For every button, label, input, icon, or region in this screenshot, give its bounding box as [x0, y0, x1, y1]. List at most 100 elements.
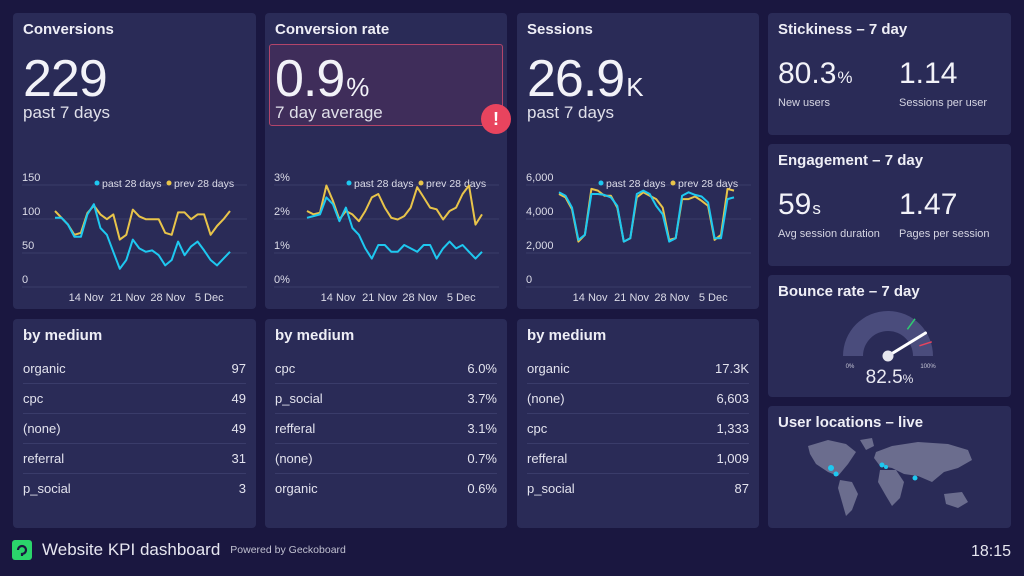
medium-label: refferal: [275, 421, 316, 436]
sessions-per-user-value: 1.14: [899, 57, 958, 90]
y-tick-label: 0: [526, 274, 532, 286]
exclamation-icon[interactable]: !: [481, 104, 511, 134]
conversion-rate-chart: 0% 1% 2% 3% 14 Nov 21 Nov 28 Nov 5 Dec past 28 d…: [274, 172, 499, 304]
value: 80.3: [778, 57, 837, 90]
legend-past: past 28 days: [354, 178, 414, 190]
powered-by: Powered by Geckoboard: [230, 544, 346, 556]
engagement-card: Engagement – 7 day 59s Avg session durat…: [768, 144, 1011, 266]
table-row: p_social 3.7%: [275, 384, 497, 414]
legend-prev: prev 28 days: [426, 178, 486, 190]
table-row: p_social 87: [527, 474, 749, 504]
new-users-label: New users: [778, 97, 830, 109]
table-row: cpc 6.0%: [275, 354, 497, 384]
y-tick-label: 50: [22, 240, 34, 252]
medium-value: 0.7%: [467, 451, 497, 466]
legend-past: past 28 days: [102, 178, 162, 190]
legend-past-marker: [94, 180, 100, 186]
medium-value: 49: [231, 391, 246, 406]
medium-value: 1,333: [716, 421, 749, 436]
medium-label: p_social: [275, 391, 323, 406]
x-tick-label: 28 Nov: [654, 292, 689, 304]
medium-label: (none): [527, 391, 565, 406]
medium-value: 6,603: [716, 391, 749, 406]
medium-value: 1,009: [716, 451, 749, 466]
card-title: by medium: [23, 327, 103, 344]
conversion-rate-card: Conversion rate 0.9% 7 day average ! 0% 1…: [265, 13, 511, 309]
x-tick-label: 14 Nov: [321, 292, 356, 304]
medium-label: organic: [23, 361, 66, 376]
sessions-value: 26.9K: [527, 49, 644, 109]
unit: %: [902, 372, 914, 386]
medium-value: 6.0%: [467, 361, 497, 376]
conversion-rate-by-medium-card: by medium cpc 6.0% p_social 3.7% refferal 3.1%…: [265, 319, 507, 528]
table-row: cpc 49: [23, 384, 246, 414]
x-tick-label: 5 Dec: [195, 292, 224, 304]
table-row: p_social 3: [23, 474, 246, 504]
card-title: Engagement – 7 day: [778, 152, 924, 169]
bounce-rate-card: Bounce rate – 7 day 0% 100% 82.5%: [768, 275, 1011, 397]
table-row: (none) 49: [23, 414, 246, 444]
card-title: by medium: [527, 327, 607, 344]
value: 59: [778, 188, 812, 221]
table-row: organic 0.6%: [275, 474, 497, 504]
bounce-rate-value: 82.5%: [768, 367, 1011, 389]
legend-prev-marker: [418, 180, 424, 186]
value: 0.9: [275, 50, 345, 108]
medium-value: 31: [231, 451, 246, 466]
avg-session-duration-value: 59s: [778, 188, 821, 222]
table-row: organic 17.3K: [527, 354, 749, 384]
conversion-rate-subtitle: 7 day average: [275, 103, 383, 122]
new-users-value: 80.3%: [778, 57, 853, 91]
medium-value: 3.1%: [467, 421, 497, 436]
location-dot: [884, 465, 888, 469]
geckoboard-logo-icon: [12, 540, 32, 560]
sessions-chart: 0 2,000 4,000 6,000 14 Nov 21 Nov 28 Nov 5 Dec p…: [526, 172, 751, 304]
y-tick-label: 100: [22, 206, 40, 218]
table-row: (none) 0.7%: [275, 444, 497, 474]
medium-label: organic: [275, 481, 318, 496]
medium-label: organic: [527, 361, 570, 376]
location-dot: [833, 471, 839, 477]
world-map: [808, 438, 972, 516]
x-tick-label: 21 Nov: [614, 292, 649, 304]
x-tick-label: 14 Nov: [573, 292, 608, 304]
medium-value: 97: [231, 361, 246, 376]
medium-label: cpc: [527, 421, 548, 436]
value: 82.5: [865, 367, 903, 388]
card-title: by medium: [275, 327, 355, 344]
location-dot: [879, 462, 885, 468]
table-row: organic 97: [23, 354, 246, 384]
location-dot: [912, 475, 918, 481]
clock: 18:15: [970, 543, 1011, 560]
y-tick-label: 4,000: [526, 206, 554, 218]
medium-label: referral: [23, 451, 65, 466]
medium-value: 87: [734, 481, 749, 496]
x-tick-label: 5 Dec: [699, 292, 728, 304]
medium-value: 0.6%: [467, 481, 497, 496]
legend-prev-marker: [166, 180, 172, 186]
legend-prev-marker: [670, 180, 676, 186]
legend-past: past 28 days: [606, 178, 666, 190]
y-tick-label: 0%: [274, 274, 290, 286]
unit: %: [346, 72, 369, 102]
table-row: (none) 6,603: [527, 384, 749, 414]
value: 26.9: [527, 50, 625, 108]
card-title: Sessions: [527, 21, 593, 38]
legend-prev: prev 28 days: [678, 178, 738, 190]
medium-value: 49: [231, 421, 246, 436]
card-title: Conversion rate: [275, 21, 390, 38]
table-row: refferal 1,009: [527, 444, 749, 474]
y-tick-label: 0: [22, 274, 28, 286]
card-title: Conversions: [23, 21, 114, 38]
gauge-hub: [882, 350, 894, 362]
medium-label: (none): [23, 421, 61, 436]
table-row: referral 31: [23, 444, 246, 474]
x-tick-label: 5 Dec: [447, 292, 476, 304]
conversions-by-medium-card: by medium organic 97 cpc 49 (none) 49 referral 3…: [13, 319, 256, 528]
y-tick-label: 1%: [274, 240, 290, 252]
medium-value: 17.3K: [715, 361, 749, 376]
medium-label: p_social: [527, 481, 575, 496]
gauge-track: [843, 311, 933, 356]
series-past-line: [558, 189, 735, 243]
x-tick-label: 21 Nov: [362, 292, 397, 304]
